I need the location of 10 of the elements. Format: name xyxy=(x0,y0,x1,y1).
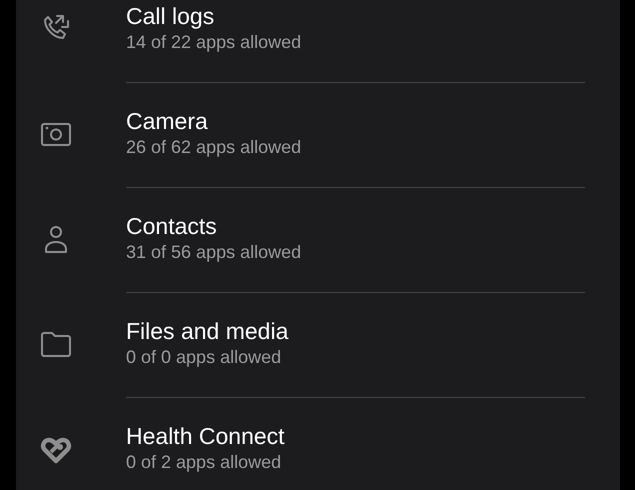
permission-title[interactable]: Call logs xyxy=(126,2,585,30)
permission-title[interactable]: Files and media xyxy=(126,317,585,345)
permission-title[interactable]: Camera xyxy=(126,107,585,135)
permission-summary: 31 of 56 apps allowed xyxy=(126,241,302,264)
permission-summary: 14 of 22 apps allowed xyxy=(126,31,302,54)
permission-title[interactable]: Contacts xyxy=(126,212,585,240)
permission-title[interactable]: Health Connect xyxy=(126,422,585,450)
permission-summary: 0 of 0 apps allowed xyxy=(126,346,282,369)
permission-summary: 0 of 2 apps allowed xyxy=(126,451,282,474)
permission-summary: 26 of 62 apps allowed xyxy=(126,136,302,159)
